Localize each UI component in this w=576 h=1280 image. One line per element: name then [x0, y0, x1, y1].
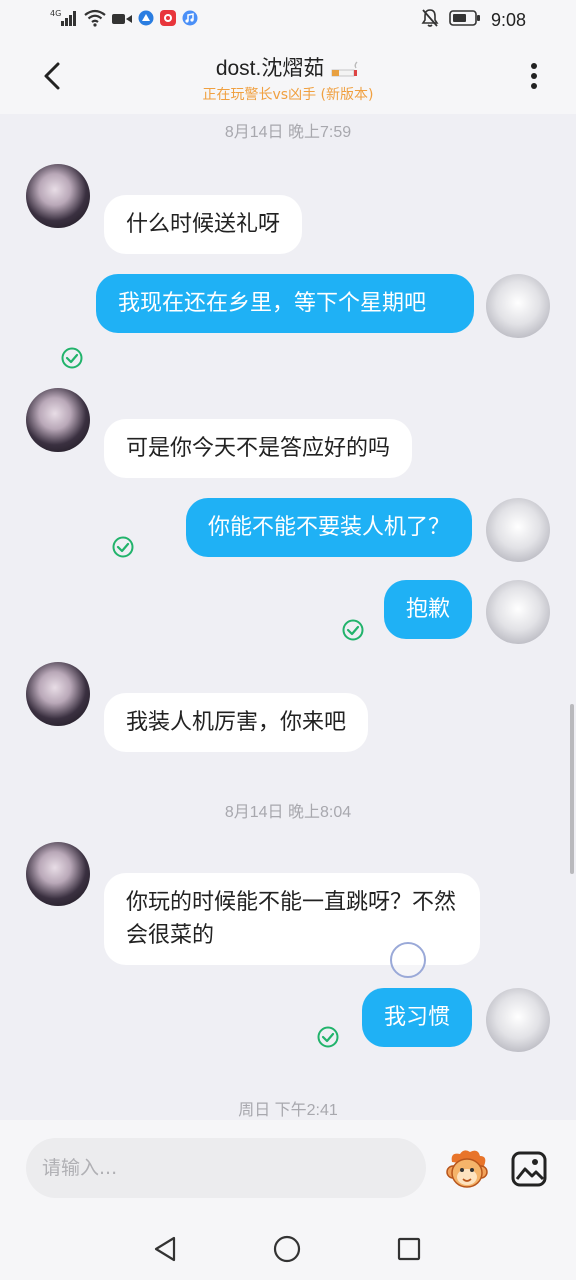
read-check-icon: [342, 619, 364, 641]
touch-indicator: [390, 942, 426, 978]
message-bubble-received[interactable]: 可是你今天不是答应好的吗: [104, 419, 413, 478]
image-icon: [511, 1151, 547, 1187]
music-app-icon: [182, 10, 198, 30]
message-bubble-sent[interactable]: 我现在还在乡里，等下个星期吧: [96, 274, 474, 333]
cigarette-emoji-icon: [331, 61, 358, 77]
read-check-icon: [61, 347, 83, 369]
nav-back-button[interactable]: [150, 1234, 180, 1264]
status-icons-left: 4G: [50, 8, 198, 32]
nav-recents-button[interactable]: [394, 1234, 424, 1264]
timestamp: 周日 下午2:41: [238, 1102, 338, 1119]
video-icon: [112, 11, 132, 30]
circle-home-icon: [273, 1235, 301, 1263]
timestamp: 8月14日 晚上7:59: [224, 124, 352, 141]
my-avatar[interactable]: [486, 580, 550, 644]
read-check-icon: [112, 536, 134, 558]
triangle-back-icon: [154, 1236, 176, 1262]
contact-avatar[interactable]: [26, 388, 90, 452]
message-bubble-sent[interactable]: 你能不能不要装人机了？: [185, 498, 472, 557]
read-check-icon: [317, 1026, 339, 1048]
my-avatar[interactable]: [486, 274, 550, 338]
contact-avatar[interactable]: [26, 164, 90, 228]
network-type: 4G: [50, 9, 61, 18]
image-button[interactable]: [510, 1150, 548, 1188]
wifi-icon: [84, 9, 106, 31]
bell-muted-icon: [421, 8, 439, 32]
status-icons-right: 9:08: [421, 8, 526, 32]
message-bubble-sent[interactable]: 我习惯: [361, 988, 472, 1047]
my-avatar[interactable]: [486, 988, 550, 1052]
red-app-icon: [160, 10, 176, 30]
contact-name-text: dost.沈熠茹: [215, 57, 325, 80]
timestamp: 8月14日 晚上8:04: [224, 804, 352, 821]
message-bubble-received[interactable]: 我装人机厉害，你来吧: [104, 693, 369, 752]
clock: 9:08: [490, 9, 526, 30]
contact-avatar[interactable]: [26, 842, 90, 906]
square-recents-icon: [397, 1237, 421, 1261]
message-bubble-sent[interactable]: 抱歉: [383, 580, 472, 639]
my-avatar[interactable]: [486, 498, 550, 562]
contact-avatar[interactable]: [26, 662, 90, 726]
contact-name: dost.沈熠茹: [0, 52, 576, 82]
status-bar: 4G 9:08: [0, 0, 576, 40]
system-nav-bar: [0, 1216, 576, 1280]
chat-header: dost.沈熠茹 正在玩警长vs凶手 (新版本): [0, 40, 576, 114]
battery-icon: [449, 9, 481, 31]
chat-messages[interactable]: 8月14日 晚上7:59 什么时候送礼呀 我现在还在乡里，等下个星期吧 可是你今…: [0, 114, 576, 1120]
browser-app-icon: [138, 10, 154, 30]
more-vertical-icon: [531, 63, 537, 89]
message-bubble-received[interactable]: 什么时候送礼呀: [104, 195, 303, 254]
message-input[interactable]: [26, 1138, 426, 1198]
monkey-emoji-icon: [446, 1150, 488, 1188]
more-options-button[interactable]: [516, 58, 552, 94]
nav-home-button[interactable]: [272, 1234, 302, 1264]
scrollbar[interactable]: [570, 704, 574, 874]
sticker-button[interactable]: [444, 1148, 490, 1190]
input-bar: [0, 1120, 576, 1216]
signal-icon: 4G: [50, 8, 78, 32]
contact-status: 正在玩警长vs凶手 (新版本): [202, 87, 374, 103]
